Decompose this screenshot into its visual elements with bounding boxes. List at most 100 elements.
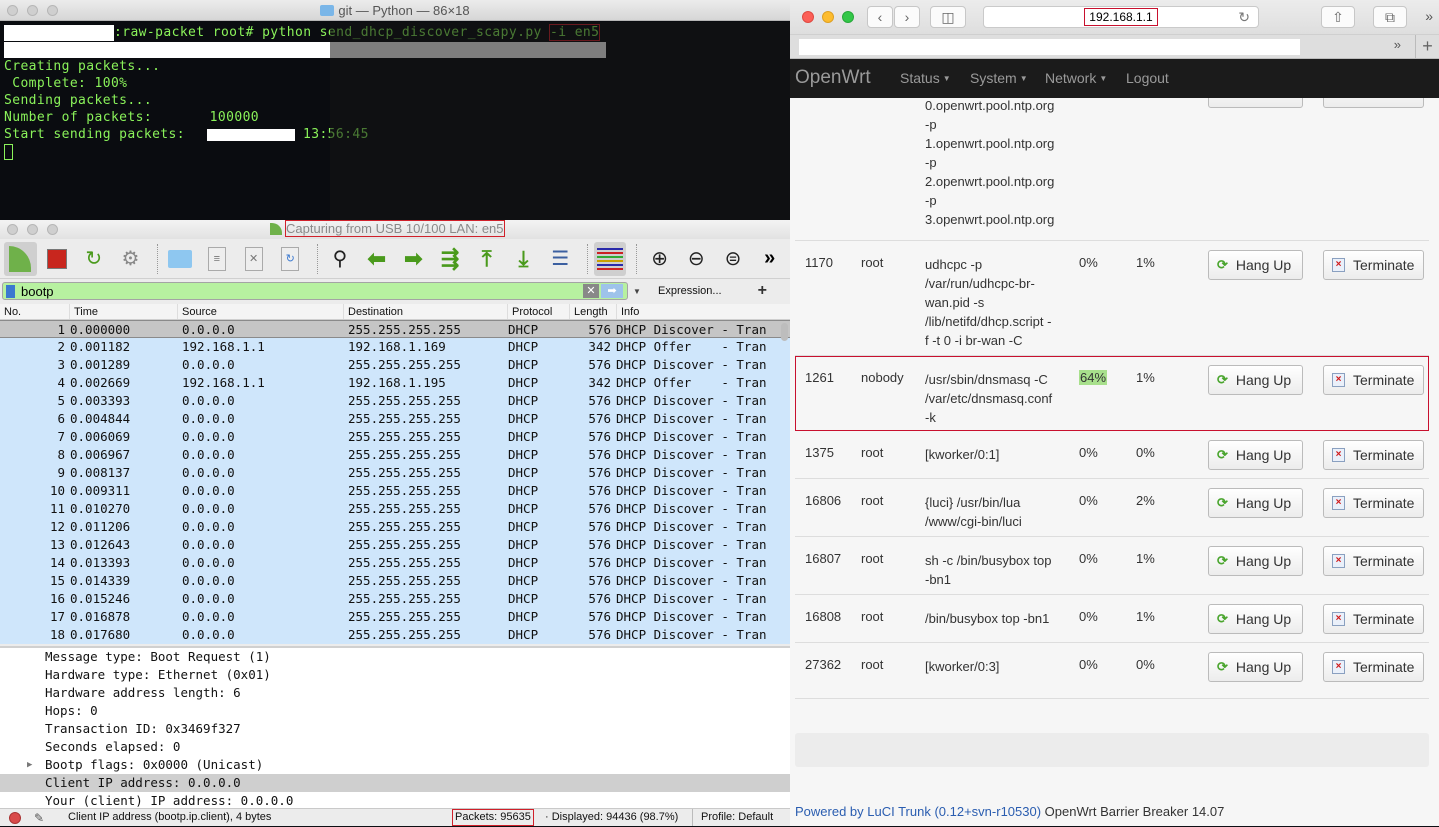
column-header-destination[interactable]: Destination bbox=[344, 304, 508, 319]
hang-up-button[interactable]: ⟳ Hang Up bbox=[1208, 440, 1303, 470]
detail-row[interactable]: ▶ Bootp flags: 0x0000 (Unicast) bbox=[0, 756, 790, 774]
packet-row[interactable]: 6 0.004844 0.0.0.0 255.255.255.255 DHCP 576 DH… bbox=[0, 410, 790, 428]
terminate-button[interactable]: × Terminate bbox=[1323, 250, 1424, 280]
toolbar-overflow-icon[interactable]: » bbox=[1425, 8, 1433, 24]
packet-row[interactable]: 14 0.013393 0.0.0.0 255.255.255.255 DHCP 576 D… bbox=[0, 554, 790, 572]
column-header-source[interactable]: Source bbox=[178, 304, 344, 319]
address-bar[interactable]: 192.168.1.1 ↻ bbox=[983, 6, 1259, 28]
zoom-out-button[interactable]: ⊖ bbox=[680, 242, 713, 276]
capture-options-button[interactable]: ⚙ bbox=[114, 242, 147, 276]
column-header-time[interactable]: Time bbox=[70, 304, 178, 319]
hang-up-button[interactable]: ⟳ Hang Up bbox=[1208, 604, 1303, 634]
terminate-button[interactable]: × Terminate bbox=[1323, 440, 1424, 470]
filter-history-dropdown[interactable]: ▼ bbox=[630, 282, 644, 300]
packet-row[interactable]: 16 0.015246 0.0.0.0 255.255.255.255 DHCP 576 D… bbox=[0, 590, 790, 608]
go-to-packet-button[interactable]: ⇶ bbox=[434, 242, 467, 276]
packet-list[interactable]: No. Time Source Destination Protocol Len… bbox=[0, 304, 790, 644]
packet-row[interactable]: 11 0.010270 0.0.0.0 255.255.255.255 DHCP 576 D… bbox=[0, 500, 790, 518]
packet-row[interactable]: 5 0.003393 0.0.0.0 255.255.255.255 DHCP 576 DH… bbox=[0, 392, 790, 410]
detail-row[interactable]: Hardware type: Ethernet (0x01) bbox=[0, 666, 790, 684]
terminate-button[interactable]: × Terminate bbox=[1323, 546, 1424, 576]
nav-status[interactable]: Status ▼ bbox=[900, 70, 951, 86]
expand-triangle-icon[interactable]: ▶ bbox=[27, 756, 32, 774]
tabs-overview-button[interactable]: ⧉ bbox=[1373, 6, 1407, 28]
go-last-button[interactable]: ⤓ bbox=[507, 242, 540, 276]
favorites-overflow-icon[interactable]: » bbox=[1394, 37, 1401, 52]
find-packet-button[interactable]: ⚲ bbox=[324, 242, 357, 276]
zoom-in-button[interactable]: ⊕ bbox=[643, 242, 676, 276]
detail-row[interactable]: Transaction ID: 0x3469f327 bbox=[0, 720, 790, 738]
expression-button[interactable]: Expression... bbox=[658, 285, 722, 297]
packet-row[interactable]: 13 0.012643 0.0.0.0 255.255.255.255 DHCP 576 D… bbox=[0, 536, 790, 554]
close-window-button[interactable] bbox=[7, 224, 18, 235]
openwrt-brand[interactable]: OpenWrt bbox=[795, 67, 871, 89]
sidebar-button[interactable]: ◫ bbox=[930, 6, 966, 28]
start-capture-button[interactable] bbox=[4, 241, 37, 276]
zoom-normal-button[interactable]: ⊜ bbox=[717, 242, 750, 276]
column-header-no[interactable]: No. bbox=[0, 304, 70, 319]
restart-capture-button[interactable]: ↻ bbox=[77, 242, 110, 276]
packet-row[interactable]: 4 0.002669 192.168.1.1 192.168.1.195 DHCP 342… bbox=[0, 374, 790, 392]
packet-row[interactable]: 7 0.006069 0.0.0.0 255.255.255.255 DHCP 576 DH… bbox=[0, 428, 790, 446]
add-filter-button[interactable]: + bbox=[758, 282, 767, 300]
column-header-length[interactable]: Length bbox=[570, 304, 617, 319]
reload-file-button[interactable]: ↻ bbox=[274, 242, 307, 276]
hang-up-button[interactable]: ⟳ Hang Up bbox=[1208, 652, 1303, 682]
bookmark-icon[interactable] bbox=[6, 285, 15, 298]
minimize-window-button[interactable] bbox=[822, 11, 834, 23]
packet-details[interactable]: Message type: Boot Request (1) Hardware t… bbox=[0, 646, 790, 808]
open-file-button[interactable] bbox=[164, 242, 197, 276]
go-forward-button[interactable]: ➡ bbox=[397, 242, 430, 276]
terminate-button[interactable]: × Terminate bbox=[1323, 604, 1424, 634]
stop-capture-button[interactable] bbox=[41, 242, 74, 276]
share-button[interactable]: ⇧ bbox=[1321, 6, 1355, 28]
terminate-button[interactable]: × Terminate bbox=[1323, 488, 1424, 518]
nav-network[interactable]: Network ▼ bbox=[1045, 70, 1107, 86]
hang-up-button[interactable]: ⟳ Hang Up bbox=[1208, 546, 1303, 576]
autoscroll-button[interactable]: ☰ bbox=[544, 242, 577, 276]
colorize-button[interactable] bbox=[593, 241, 627, 276]
display-filter-input[interactable]: bootp ✕ ➡ bbox=[2, 282, 628, 300]
hang-up-button[interactable]: ⟳ Hang Up bbox=[1208, 250, 1303, 280]
reload-icon[interactable]: ↻ bbox=[1238, 7, 1250, 27]
profile-label[interactable]: Profile: Default bbox=[692, 809, 773, 826]
hang-up-button[interactable] bbox=[1208, 98, 1303, 108]
terminate-button[interactable]: × Terminate bbox=[1323, 652, 1424, 682]
nav-logout[interactable]: Logout bbox=[1126, 70, 1169, 86]
edit-comment-icon[interactable]: ✎ bbox=[34, 810, 44, 827]
go-back-button[interactable]: ⬅ bbox=[360, 242, 393, 276]
packet-row[interactable]: 12 0.011206 0.0.0.0 255.255.255.255 DHCP 576 D… bbox=[0, 518, 790, 536]
close-window-button[interactable] bbox=[802, 11, 814, 23]
packet-row[interactable]: 18 0.017680 0.0.0.0 255.255.255.255 DHCP 576 D… bbox=[0, 626, 790, 644]
packet-list-scrollbar[interactable] bbox=[781, 323, 788, 341]
save-file-button[interactable]: ≡ bbox=[201, 242, 234, 276]
terminate-button[interactable] bbox=[1323, 98, 1424, 108]
luci-link[interactable]: Powered by LuCI Trunk (0.12+svn-r10530) bbox=[795, 804, 1041, 819]
packet-row[interactable]: 17 0.016878 0.0.0.0 255.255.255.255 DHCP 576 D… bbox=[0, 608, 790, 626]
column-header-protocol[interactable]: Protocol bbox=[508, 304, 570, 319]
packet-row[interactable]: 10 0.009311 0.0.0.0 255.255.255.255 DHCP 576 D… bbox=[0, 482, 790, 500]
hang-up-button[interactable]: ⟳ Hang Up bbox=[1208, 488, 1303, 518]
back-button[interactable]: ‹ bbox=[867, 6, 893, 28]
packet-row[interactable]: 8 0.006967 0.0.0.0 255.255.255.255 DHCP 576 DH… bbox=[0, 446, 790, 464]
detail-row[interactable]: Hardware address length: 6 bbox=[0, 684, 790, 702]
packet-row[interactable]: 2 0.001182 192.168.1.1 192.168.1.169 DHCP 342… bbox=[0, 338, 790, 356]
capture-status-icon[interactable] bbox=[9, 812, 21, 824]
nav-system[interactable]: System ▼ bbox=[970, 70, 1028, 86]
detail-row[interactable]: Message type: Boot Request (1) bbox=[0, 648, 790, 666]
packet-row[interactable]: 15 0.014339 0.0.0.0 255.255.255.255 DHCP 576 D… bbox=[0, 572, 790, 590]
new-tab-button[interactable]: + bbox=[1415, 35, 1439, 59]
packet-row[interactable]: 3 0.001289 0.0.0.0 255.255.255.255 DHCP 576 DH… bbox=[0, 356, 790, 374]
packet-row[interactable]: 9 0.008137 0.0.0.0 255.255.255.255 DHCP 576 DH… bbox=[0, 464, 790, 482]
go-first-button[interactable]: ⤒ bbox=[470, 242, 503, 276]
packet-row[interactable]: 1 0.000000 0.0.0.0 255.255.255.255 DHCP 576 DH… bbox=[0, 320, 790, 338]
zoom-window-button[interactable] bbox=[47, 224, 58, 235]
detail-row[interactable]: Seconds elapsed: 0 bbox=[0, 738, 790, 756]
detail-row[interactable]: Your (client) IP address: 0.0.0.0 bbox=[0, 792, 790, 808]
close-file-button[interactable]: ✕ bbox=[237, 242, 270, 276]
terminate-button[interactable]: × Terminate bbox=[1323, 365, 1424, 395]
minimize-window-button[interactable] bbox=[27, 224, 38, 235]
detail-row[interactable]: Hops: 0 bbox=[0, 702, 790, 720]
forward-button[interactable]: › bbox=[894, 6, 920, 28]
hang-up-button[interactable]: ⟳ Hang Up bbox=[1208, 365, 1303, 395]
